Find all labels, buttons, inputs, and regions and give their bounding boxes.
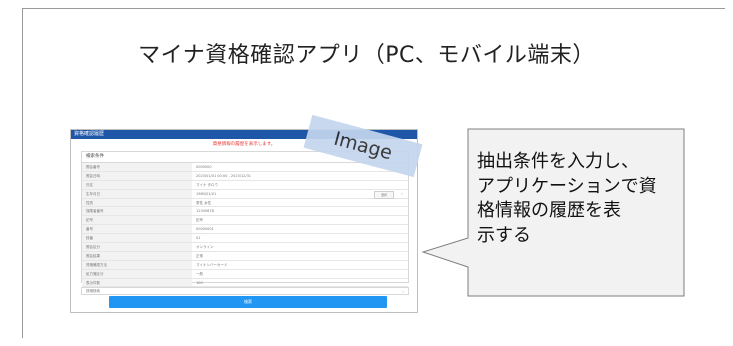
callout-line: 抽出条件を入力し、 <box>477 151 639 172</box>
callout-line: 格情報の履歴を表 <box>477 200 621 221</box>
callout-text: 抽出条件を入力し、 アプリケーションで資 格情報の履歴を表 示する <box>477 150 687 248</box>
callout-line: アプリケーションで資 <box>477 175 657 197</box>
callout-line: 示する <box>477 224 531 246</box>
